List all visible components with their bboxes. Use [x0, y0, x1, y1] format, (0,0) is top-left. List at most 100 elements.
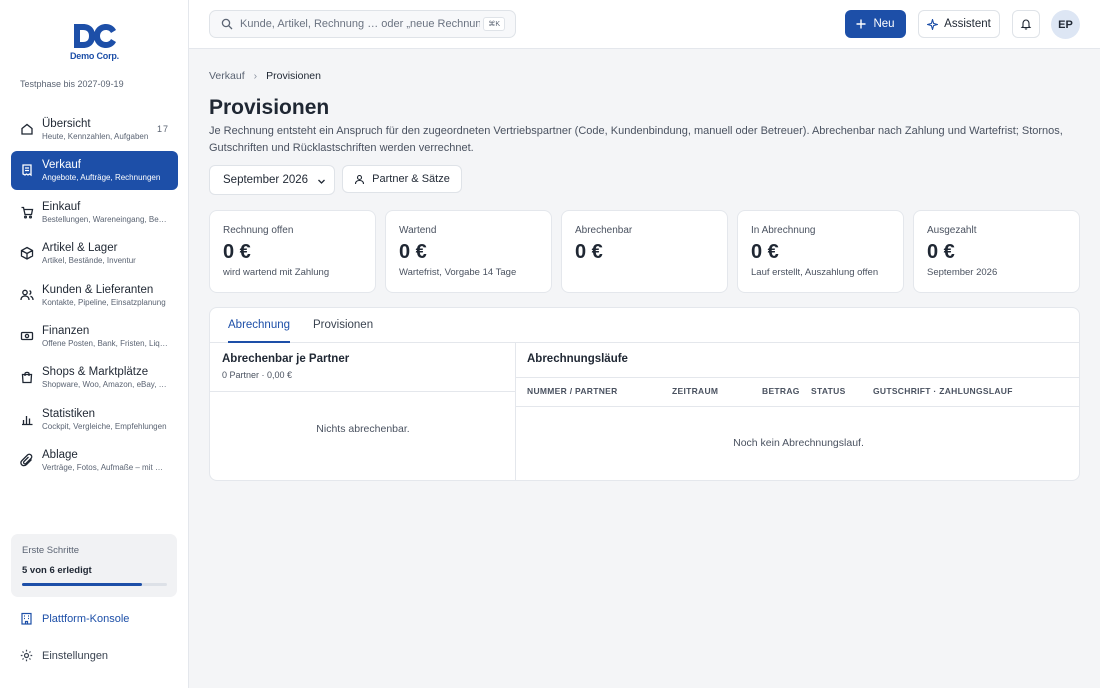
kpi-value: 0 €: [927, 241, 955, 263]
billable-empty-state: Nichts abrechenbar.: [316, 423, 410, 435]
breadcrumb: Verkauf › Provisionen: [209, 70, 321, 82]
divider: [516, 377, 1079, 378]
user-icon: [355, 174, 365, 184]
column-header-zeitraum[interactable]: ZEITRAUM: [672, 386, 718, 396]
platform-console-link[interactable]: Plattform-Konsole: [20, 612, 129, 625]
search-shortcut-hint: ⌘K: [483, 17, 505, 31]
kpi-sub: Lauf erstellt, Auszahlung offen: [751, 267, 879, 278]
nav-item-kunden-lieferanten[interactable]: Kunden & Lieferanten Kontakte, Pipeline,…: [11, 276, 178, 315]
paperclip-icon: [20, 453, 34, 467]
column-header-betrag[interactable]: BETRAG: [762, 386, 800, 396]
partner-rates-label: Partner & Sätze: [372, 173, 450, 185]
tab-bar: Abrechnung Provisionen: [210, 308, 1079, 343]
billable-title: Abrechenbar je Partner: [222, 353, 350, 365]
trial-notice: Testphase bis 2027-09-19: [20, 79, 124, 89]
partner-rates-button[interactable]: Partner & Sätze: [342, 165, 462, 193]
nav-item-einkauf[interactable]: Einkauf Bestellungen, Wareneingang, Best…: [11, 193, 178, 232]
onboarding-progress-fill: [22, 583, 143, 586]
nav-item-ablage[interactable]: Ablage Verträge, Fotos, Aufmaße – mit …: [11, 441, 178, 480]
nav-sub: Heute, Kennzahlen, Aufgaben: [42, 132, 149, 141]
billable-per-partner: Abrechenbar je Partner 0 Partner · 0,00 …: [210, 343, 516, 480]
nav-item-uebersicht[interactable]: Übersicht Heute, Kennzahlen, Aufgaben 17: [11, 110, 178, 149]
nav-sub: Verträge, Fotos, Aufmaße – mit …: [42, 463, 163, 473]
nav-label: Ablage: [42, 449, 78, 462]
kpi-sub: September 2026: [927, 267, 998, 278]
kpi-label: Ausgezahlt: [927, 225, 977, 236]
kpi-card-abrechenbar: Abrechenbar 0 €: [561, 210, 728, 293]
new-button[interactable]: Neu: [845, 10, 906, 38]
page-title: Provisionen: [209, 96, 330, 119]
platform-console-label: Plattform-Konsole: [42, 612, 130, 625]
tab-abrechnung[interactable]: Abrechnung: [228, 308, 291, 343]
nav-sub: Offene Posten, Bank, Fristen, Liquidität: [42, 338, 169, 348]
kpi-sub: wird wartend mit Zahlung: [223, 267, 330, 278]
user-avatar[interactable]: EP: [1051, 10, 1080, 39]
search-icon: [221, 18, 233, 30]
home-icon: [20, 122, 34, 136]
nav-item-verkauf[interactable]: Verkauf Angebote, Aufträge, Rechnungen: [11, 151, 178, 191]
kpi-card-wartend: Wartend 0 € Wartefrist, Vorgabe 14 Tage: [385, 210, 552, 293]
gear-icon: [20, 649, 33, 662]
kpi-label: Abrechenbar: [575, 225, 633, 236]
onboarding-title: Erste Schritte: [22, 545, 80, 556]
users-icon: [20, 288, 34, 302]
notifications-button[interactable]: [1012, 10, 1040, 38]
kpi-value: 0 €: [399, 241, 427, 263]
brand-name: Demo Corp.: [69, 51, 119, 61]
column-header-status[interactable]: STATUS: [811, 386, 846, 396]
plus-icon: [856, 19, 866, 29]
period-select-value: September 2026: [223, 174, 309, 186]
kpi-label: In Abrechnung: [751, 225, 816, 236]
nav-item-artikel-lager[interactable]: Artikel & Lager Artikel, Bestände, Inven…: [11, 234, 178, 273]
kpi-value: 0 €: [223, 241, 251, 263]
search-input[interactable]: [240, 11, 480, 37]
breadcrumb-parent[interactable]: Verkauf: [209, 70, 245, 82]
settings-label: Einstellungen: [42, 649, 109, 662]
divider: [516, 406, 1079, 407]
onboarding-card[interactable]: Erste Schritte 5 von 6 erledigt: [11, 534, 177, 597]
bar-chart-icon: [20, 412, 34, 426]
kpi-value: 0 €: [751, 241, 779, 263]
nav-sub: Shopware, Woo, Amazon, eBay, …: [42, 380, 167, 390]
chevron-right-icon: ›: [253, 70, 258, 82]
nav-count-badge: 17: [156, 124, 169, 134]
box-icon: [20, 246, 34, 260]
settlement-panel: Abrechnung Provisionen Abrechenbar je Pa…: [209, 307, 1080, 481]
column-header-nummer-partner[interactable]: NUMMER / PARTNER: [527, 386, 618, 396]
onboarding-progress-text: 5 von 6 erledigt: [22, 565, 92, 576]
topbar: ⌘K Neu Assistent EP: [189, 0, 1100, 49]
billable-summary: 0 Partner · 0,00 €: [222, 370, 293, 380]
kpi-label: Wartend: [399, 225, 437, 236]
onboarding-progress-bar: [22, 583, 167, 586]
settlement-runs-title: Abrechnungsläufe: [527, 353, 628, 365]
sidebar: Demo Corp. Testphase bis 2027-09-19 Über…: [0, 0, 189, 688]
nav-sub: Bestellungen, Wareneingang, Bestand: [42, 214, 169, 224]
nav-item-shops[interactable]: Shops & Marktplätze Shopware, Woo, Amazo…: [11, 358, 178, 397]
nav-item-statistiken[interactable]: Statistiken Cockpit, Vergleiche, Empfehl…: [11, 400, 178, 439]
kpi-label: Rechnung offen: [223, 225, 294, 236]
assistant-button-label: Assistent: [944, 18, 991, 30]
sparkle-icon: [927, 18, 939, 30]
divider: [210, 391, 516, 392]
nav-sub: Kontakte, Pipeline, Einsatzplanung: [42, 297, 166, 307]
settings-link[interactable]: Einstellungen: [20, 649, 108, 662]
assistant-button[interactable]: Assistent: [918, 10, 1000, 38]
nav-item-finanzen[interactable]: Finanzen Offene Posten, Bank, Fristen, L…: [11, 317, 178, 356]
nav-label: Einkauf: [42, 200, 81, 213]
settlement-runs: Abrechnungsläufe NUMMER / PARTNER ZEITRA…: [516, 343, 1079, 480]
tab-provisionen[interactable]: Provisionen: [313, 308, 373, 343]
kpi-value: 0 €: [575, 241, 603, 263]
nav-label: Statistiken: [42, 407, 96, 420]
column-header-gutschrift[interactable]: GUTSCHRIFT · ZAHLUNGSLAUF: [873, 386, 1013, 396]
kpi-card-rechnung-offen: Rechnung offen 0 € wird wartend mit Zahl…: [209, 210, 376, 293]
nav-sub: Angebote, Aufträge, Rechnungen: [42, 173, 161, 183]
page-description: Je Rechnung entsteht ein Anspruch für de…: [209, 125, 1063, 154]
breadcrumb-current: Provisionen: [266, 70, 321, 82]
chevron-down-icon: [318, 179, 325, 184]
period-select[interactable]: September 2026: [209, 165, 335, 195]
nav-sub: Cockpit, Vergleiche, Empfehlungen: [42, 421, 167, 431]
nav-label: Verkauf: [42, 159, 81, 172]
money-icon: [20, 329, 34, 343]
brand-logo[interactable]: Demo Corp.: [0, 22, 189, 61]
global-search[interactable]: ⌘K: [209, 10, 516, 38]
